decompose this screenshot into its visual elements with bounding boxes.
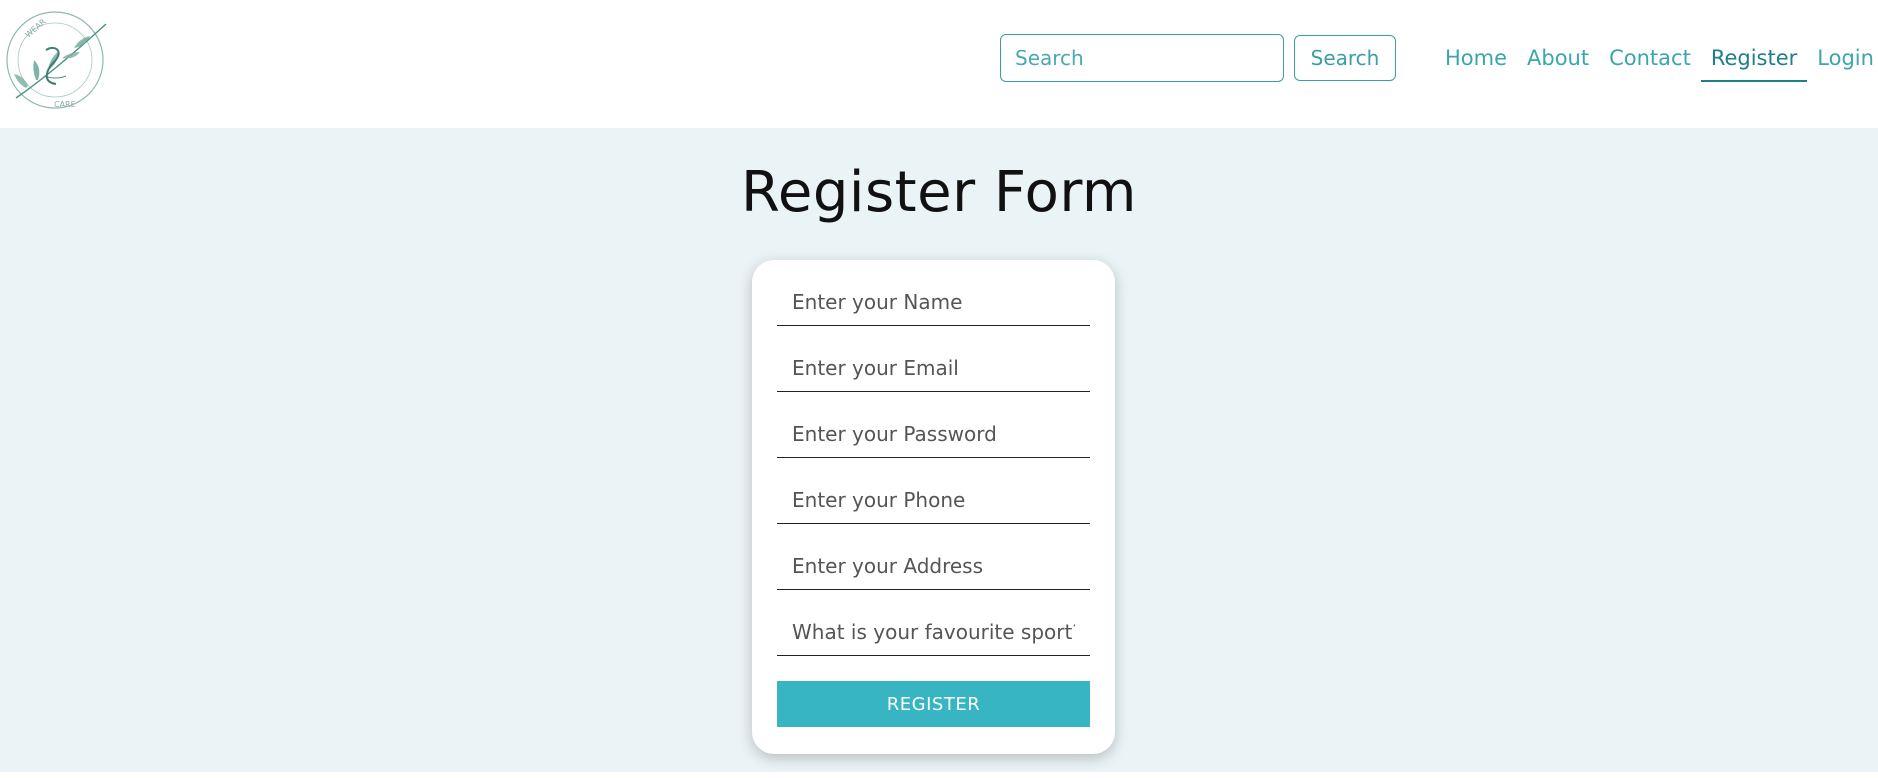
nav-item-contact[interactable]: Contact	[1599, 40, 1701, 82]
search-button[interactable]: Search	[1294, 35, 1396, 81]
footer-strip	[0, 772, 1878, 778]
logo-bottom-text: CARE	[54, 100, 76, 109]
nav-item-register[interactable]: Register	[1700, 40, 1808, 82]
nav-item-about[interactable]: About	[1517, 40, 1599, 82]
brand-logo[interactable]: WEAR CARE	[2, 10, 108, 110]
nav-item-home[interactable]: Home	[1435, 40, 1517, 82]
nav-item-login[interactable]: Login	[1807, 40, 1878, 82]
password-field[interactable]	[777, 410, 1090, 458]
page-title: Register Form	[741, 160, 1137, 225]
site-header: WEAR CARE Search Home About Contact Regi…	[0, 0, 1878, 128]
leaf-logo-icon: WEAR CARE	[6, 11, 107, 109]
register-button[interactable]: REGISTER	[777, 681, 1090, 727]
register-form-card: REGISTER	[752, 260, 1115, 754]
main-nav: Home About Contact Register Login	[1435, 40, 1878, 82]
search-input[interactable]	[1000, 34, 1284, 82]
search-form: Search	[1000, 34, 1396, 82]
favourite-sport-field[interactable]	[777, 608, 1090, 656]
main-content: Register Form REGISTER	[0, 128, 1878, 772]
address-field[interactable]	[777, 542, 1090, 590]
email-field[interactable]	[777, 344, 1090, 392]
phone-field[interactable]	[777, 476, 1090, 524]
name-field[interactable]	[777, 278, 1090, 326]
